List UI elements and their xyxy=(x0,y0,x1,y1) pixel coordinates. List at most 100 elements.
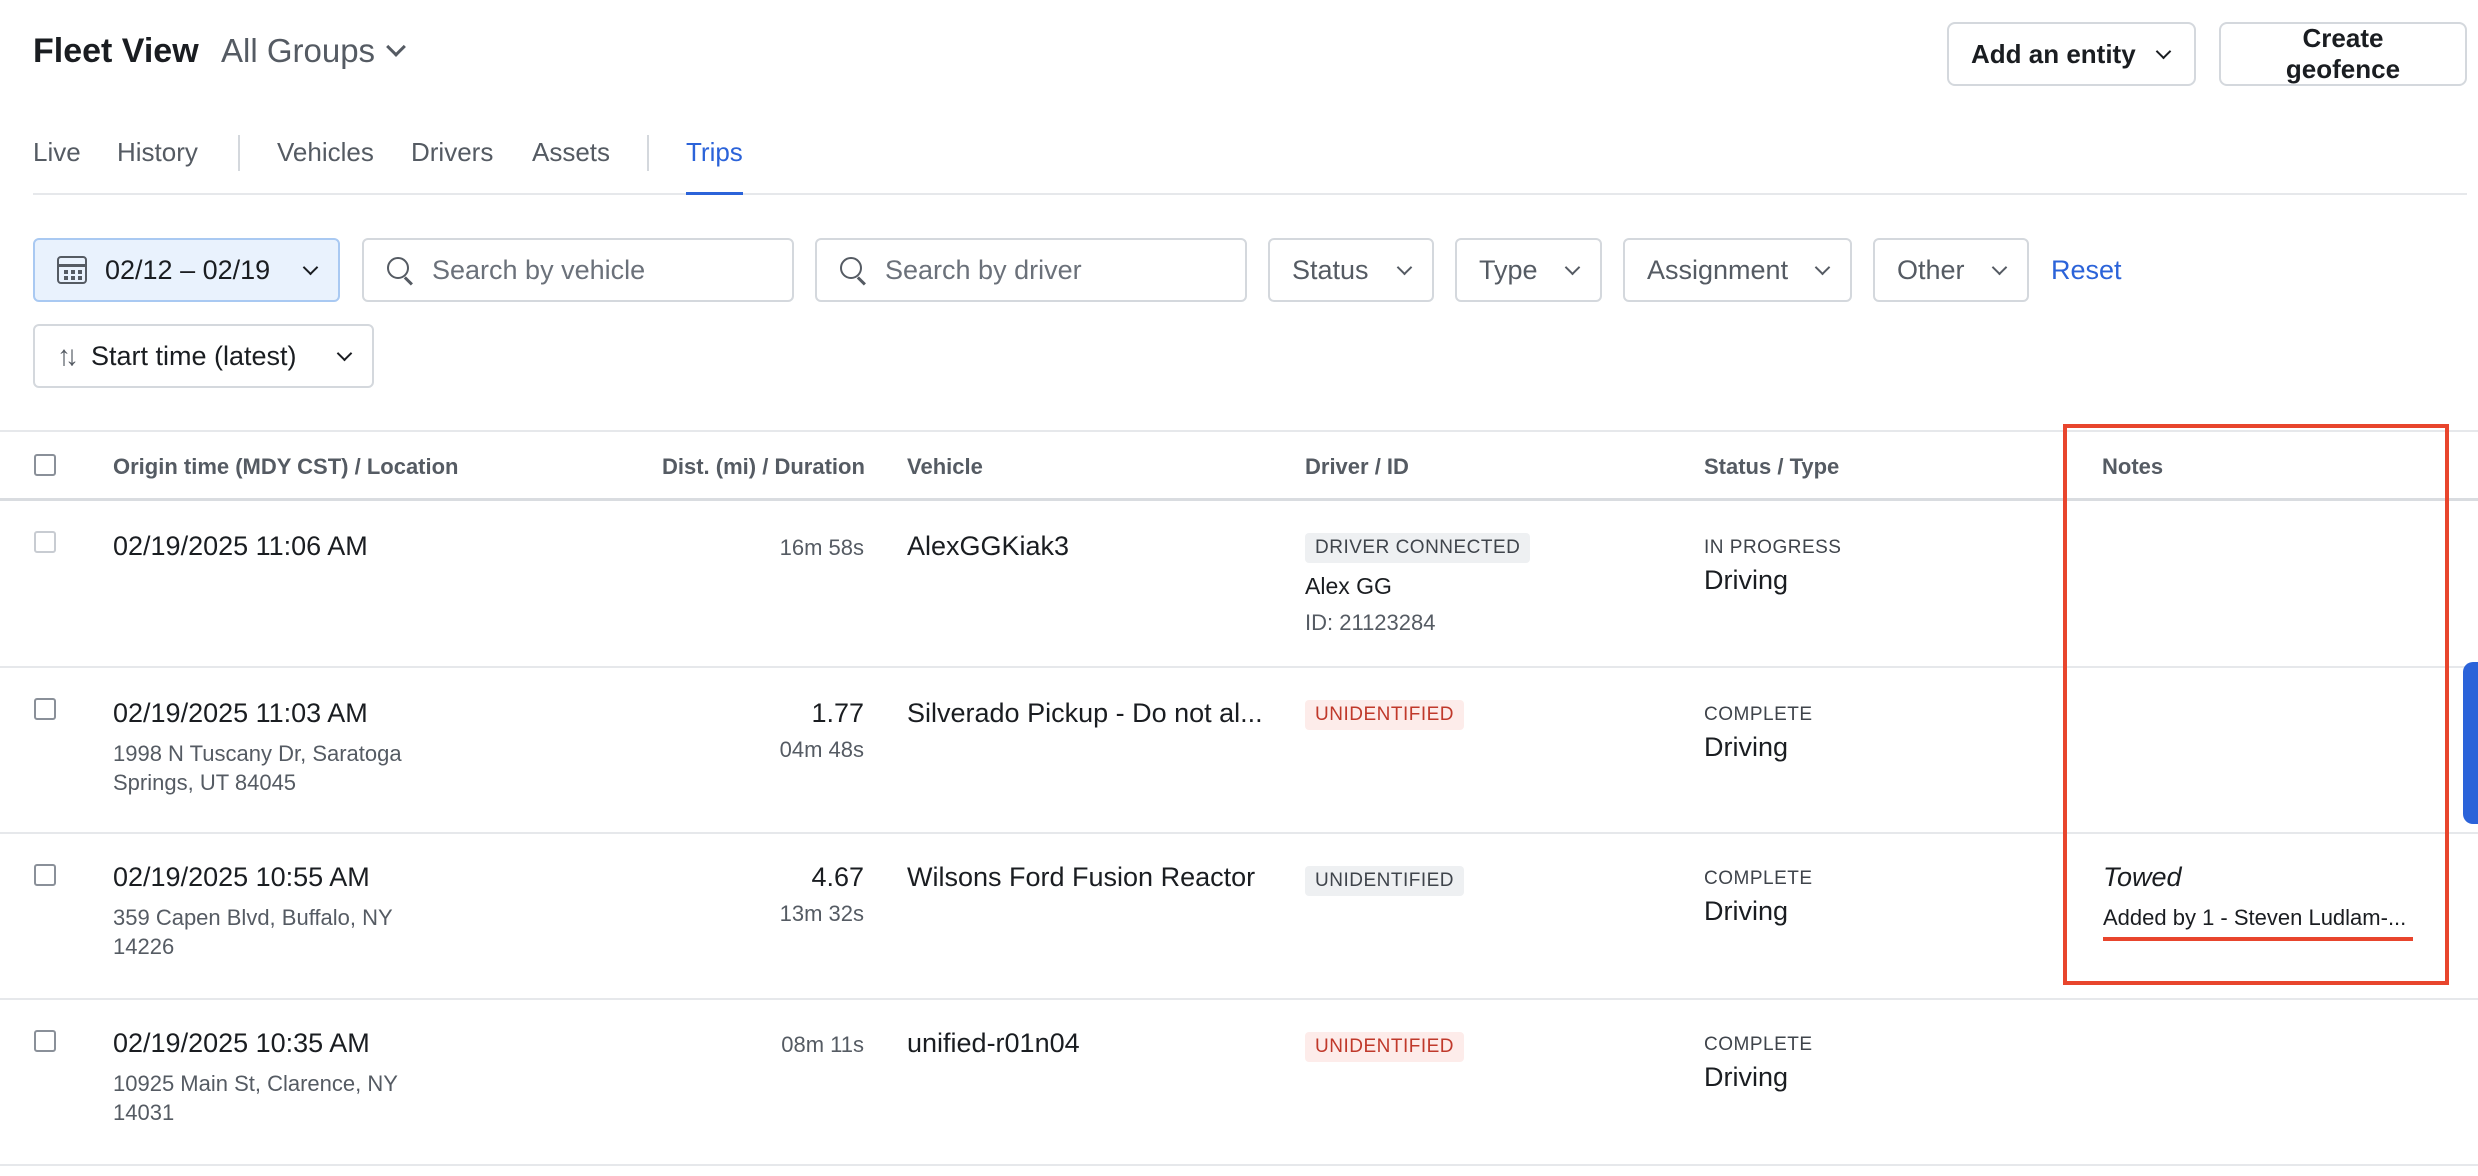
driver-name[interactable]: Alex GG xyxy=(1305,573,1530,600)
trip-type: Driving xyxy=(1704,565,1789,595)
origin-time: 02/19/2025 10:55 AM xyxy=(113,862,370,892)
vehicle-name[interactable]: Wilsons Ford Fusion Reactor xyxy=(907,862,1255,893)
origin-time: 02/19/2025 10:35 AM xyxy=(113,1028,370,1058)
chevron-down-icon xyxy=(336,345,353,361)
distance-cell: 08m 11s xyxy=(664,1032,864,1058)
sort-label: Start time (latest) xyxy=(91,340,297,371)
origin-cell: 02/19/2025 10:55 AM 359 Capen Blvd, Buff… xyxy=(113,862,443,961)
driver-status-badge: UNIDENTIFIED xyxy=(1305,700,1464,730)
chevron-down-icon xyxy=(386,37,406,57)
status-cell: COMPLETE Driving xyxy=(1704,1034,1813,1093)
search-icon xyxy=(839,256,867,284)
distance-cell: 1.77 04m 48s xyxy=(664,698,864,763)
trip-distance: 1.77 xyxy=(811,698,864,728)
origin-cell: 02/19/2025 11:03 AM 1998 N Tuscany Dr, S… xyxy=(113,698,443,797)
driver-cell: UNIDENTIFIED xyxy=(1305,1032,1464,1062)
assignment-filter-label: Assignment xyxy=(1647,254,1789,285)
note-underline xyxy=(2103,937,2413,941)
reset-link[interactable]: Reset xyxy=(2051,255,2122,286)
chevron-down-icon xyxy=(1991,259,2008,275)
column-header-dist[interactable]: Dist. (mi) / Duration xyxy=(662,454,865,480)
trip-duration: 08m 11s xyxy=(781,1032,864,1057)
tab-vehicles[interactable]: Vehicles xyxy=(277,137,374,195)
column-header-origin[interactable]: Origin time (MDY CST) / Location xyxy=(113,454,459,480)
notes-highlight-box xyxy=(2063,424,2449,985)
status-cell: IN PROGRESS Driving xyxy=(1704,537,1841,596)
calendar-icon xyxy=(57,256,87,284)
vehicle-name[interactable]: Silverado Pickup - Do not al... xyxy=(907,698,1263,729)
distance-cell: 16m 58s xyxy=(664,535,864,561)
driver-cell: UNIDENTIFIED xyxy=(1305,700,1464,730)
other-filter[interactable]: Other xyxy=(1873,238,2029,302)
trip-status: IN PROGRESS xyxy=(1704,537,1842,558)
trip-type: Driving xyxy=(1704,1062,1789,1092)
sort-select[interactable]: ↑↓ Start time (latest) xyxy=(33,324,374,388)
row-checkbox[interactable] xyxy=(34,531,56,553)
driver-status-badge: UNIDENTIFIED xyxy=(1305,1032,1464,1062)
origin-cell: 02/19/2025 10:35 AM 10925 Main St, Clare… xyxy=(113,1028,443,1127)
trip-duration: 04m 48s xyxy=(779,737,864,762)
origin-time: 02/19/2025 11:06 AM xyxy=(113,531,368,561)
date-range-label: 02/12 – 02/19 xyxy=(105,254,271,285)
tab-drivers[interactable]: Drivers xyxy=(411,137,493,195)
side-panel-tab[interactable] xyxy=(2463,662,2478,824)
trip-type: Driving xyxy=(1704,896,1789,926)
driver-search[interactable] xyxy=(815,238,1247,302)
driver-status-badge: UNIDENTIFIED xyxy=(1305,866,1464,896)
table-row[interactable]: 02/19/2025 10:35 AM 10925 Main St, Clare… xyxy=(0,1000,2478,1166)
origin-location: 10925 Main St, Clarence, NY 14031 xyxy=(113,1071,398,1125)
chevron-down-icon xyxy=(1564,259,1581,275)
row-checkbox[interactable] xyxy=(34,698,56,720)
driver-status-badge: DRIVER CONNECTED xyxy=(1305,533,1531,563)
status-filter-label: Status xyxy=(1292,254,1369,285)
column-header-driver[interactable]: Driver / ID xyxy=(1305,454,1409,480)
origin-location: 1998 N Tuscany Dr, Saratoga Springs, UT … xyxy=(113,741,402,795)
trip-duration: 16m 58s xyxy=(779,535,864,560)
tab-divider xyxy=(238,135,240,171)
select-all-checkbox[interactable] xyxy=(34,454,56,476)
group-select[interactable]: All Groups xyxy=(221,32,406,70)
chevron-down-icon xyxy=(1814,259,1831,275)
column-header-vehicle[interactable]: Vehicle xyxy=(907,454,983,480)
status-cell: COMPLETE Driving xyxy=(1704,868,1813,927)
type-filter-label: Type xyxy=(1479,254,1538,285)
tab-assets[interactable]: Assets xyxy=(532,137,610,195)
trip-duration: 13m 32s xyxy=(779,901,864,926)
tab-live[interactable]: Live xyxy=(33,137,81,195)
status-filter[interactable]: Status xyxy=(1268,238,1434,302)
trip-type: Driving xyxy=(1704,732,1789,762)
vehicle-search[interactable] xyxy=(362,238,794,302)
date-range-filter[interactable]: 02/12 – 02/19 xyxy=(33,238,340,302)
add-entity-label: Add an entity xyxy=(1971,38,2136,69)
driver-search-input[interactable] xyxy=(885,254,1215,286)
tab-divider xyxy=(647,135,649,171)
trip-status: COMPLETE xyxy=(1704,704,1813,725)
row-checkbox[interactable] xyxy=(34,1030,56,1052)
create-geofence-button[interactable]: Create geofence xyxy=(2219,22,2467,86)
chevron-down-icon xyxy=(302,259,319,275)
trip-status: COMPLETE xyxy=(1704,868,1813,889)
origin-location: 359 Capen Blvd, Buffalo, NY 14226 xyxy=(113,905,393,959)
origin-time: 02/19/2025 11:03 AM xyxy=(113,698,368,728)
row-checkbox[interactable] xyxy=(34,864,56,886)
chevron-down-icon xyxy=(2155,43,2171,59)
vehicle-name[interactable]: unified-r01n04 xyxy=(907,1028,1080,1059)
assignment-filter[interactable]: Assignment xyxy=(1623,238,1852,302)
distance-cell: 4.67 13m 32s xyxy=(664,862,864,927)
create-geofence-label: Create geofence xyxy=(2285,23,2401,84)
tab-trips[interactable]: Trips xyxy=(686,137,743,195)
group-select-label: All Groups xyxy=(221,32,376,69)
search-icon xyxy=(386,256,414,284)
sort-icon: ↑↓ xyxy=(57,340,79,371)
column-header-status[interactable]: Status / Type xyxy=(1704,454,1839,480)
vehicle-search-input[interactable] xyxy=(432,254,762,286)
type-filter[interactable]: Type xyxy=(1455,238,1602,302)
driver-cell: UNIDENTIFIED xyxy=(1305,866,1464,896)
page-title: Fleet View xyxy=(33,32,199,70)
status-cell: COMPLETE Driving xyxy=(1704,704,1813,763)
other-filter-label: Other xyxy=(1897,254,1965,285)
tab-history[interactable]: History xyxy=(117,137,198,195)
add-entity-button[interactable]: Add an entity xyxy=(1947,22,2196,86)
trip-status: COMPLETE xyxy=(1704,1034,1813,1055)
vehicle-name[interactable]: AlexGGKiak3 xyxy=(907,531,1069,562)
